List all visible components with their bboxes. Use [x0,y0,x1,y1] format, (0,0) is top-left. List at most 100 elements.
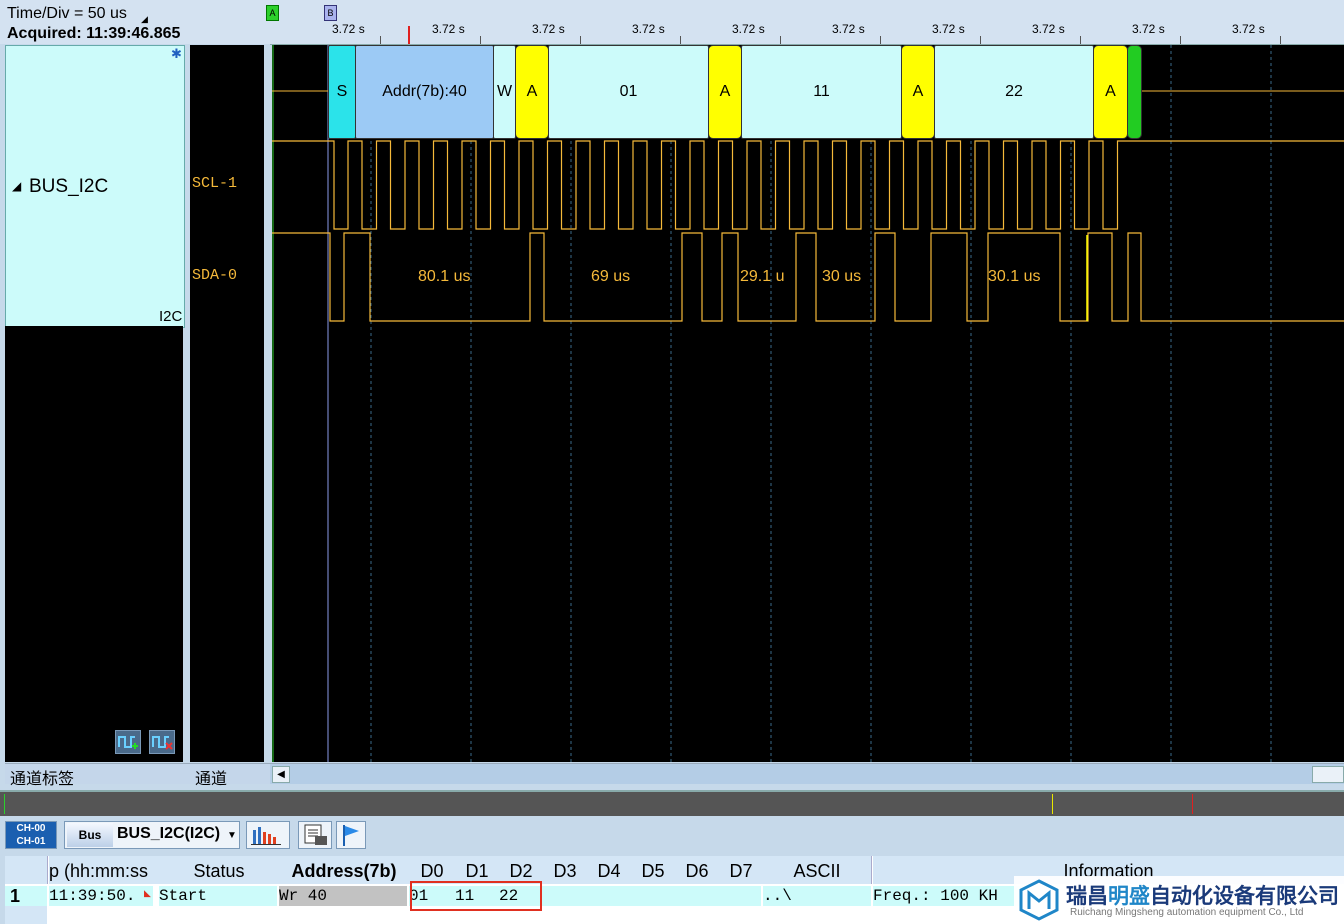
panel-splitter[interactable] [264,45,272,762]
time-div-label: Time/Div = 50 us [7,5,127,22]
channel-panel-empty-area [5,326,183,762]
table-column-header[interactable]: D3 [543,856,588,884]
channel-label-bar: 通道标签 通道 [5,763,270,788]
time-div-dropdown-icon[interactable]: ◢ [141,14,148,25]
table-corner-cell[interactable] [5,856,48,884]
marker-b-label: B [327,8,334,18]
ruler-tick-mark [1180,36,1181,44]
row-index[interactable]: 1 [5,886,47,906]
row-time-cell[interactable]: 11:39:50. [49,886,153,906]
dropdown-arrow-icon: ▼ [227,830,237,841]
ruler-tick-label: 3.72 s [832,22,865,36]
time-ruler[interactable]: 3.72 s 3.72 s 3.72 s 3.72 s 3.72 s 3.72 s 3.72… [266,0,1344,45]
channel-label-header: 通道标签 [10,771,75,788]
bus-select-value: BUS_I2C(I2C) [117,825,221,842]
marker-a-flag[interactable]: A [266,5,279,21]
timebase-header: Time/Div = 50 us ◢ Acquired: 11:39:46.86… [0,0,270,44]
ruler-tick-mark [1280,36,1281,44]
table-column-header[interactable]: D4 [587,856,632,884]
cursor-marker[interactable] [408,26,410,44]
channel-header: 通道 [195,771,228,788]
ruler-tick-label: 3.72 s [532,22,565,36]
decode-toolbar: CH-00 CH-01 Bus BUS_I2C(I2C) ▼ [0,816,1344,852]
table-column-header[interactable]: p (hh:mm:ss [49,856,160,884]
protocol-tag: I2C [159,308,183,325]
bus-select-dropdown[interactable]: Bus BUS_I2C(I2C) ▼ [64,821,240,849]
table-column-header[interactable]: ASCII [763,856,872,884]
flag-icon [343,825,359,846]
scroll-thumb[interactable] [1312,766,1344,783]
ruler-tick-label: 3.72 s [332,22,365,36]
row-ascii-cell[interactable]: ..\ [763,886,871,906]
company-name-part2: 明盛 [1108,885,1150,908]
empty-row-header [5,906,47,924]
sda-pulse-width-label: 30 us [822,268,862,285]
bus-name-label: BUS_I2C [29,176,109,197]
ruler-tick-mark [780,36,781,44]
signal-name-column: SCL-1 SDA-0 [190,45,264,762]
table-column-header[interactable]: D2 [499,856,544,884]
table-column-header[interactable]: D0 [409,856,456,884]
company-watermark: 瑞昌明盛自动化设备有限公司 Ruichang Mingsheng automat… [1014,876,1344,924]
horizontal-scrollbar[interactable]: ◀ [270,763,1344,784]
remove-channel-button[interactable] [149,730,175,754]
row-address-cell[interactable]: Wr 40 [279,886,407,906]
ruler-tick-mark [880,36,881,44]
table-column-header[interactable]: D7 [719,856,764,884]
row-status-cell[interactable]: Start [159,886,277,906]
ruler-tick-label: 3.72 s [632,22,665,36]
company-logo-icon [1019,879,1059,921]
acquired-label: Acquired: 11:39:46.865 [7,25,181,42]
channel-group-panel[interactable]: ✱ ◢ BUS_I2C I2C [5,45,185,328]
table-column-header[interactable]: Status [159,856,280,884]
scl-line-label[interactable]: SCL-1 [192,175,237,192]
collapse-triangle-icon[interactable]: ◢ [12,179,21,193]
overview-marker-a [4,794,5,814]
ruler-tick-mark [380,36,381,44]
ruler-tick-mark [980,36,981,44]
overview-cursor [1192,794,1193,814]
ruler-tick-label: 3.72 s [1132,22,1165,36]
bar-chart-icon [251,827,281,845]
ruler-tick-mark [580,36,581,44]
ruler-tick-label: 3.72 s [732,22,765,36]
table-column-header[interactable]: D6 [675,856,720,884]
ruler-tick-label: 3.72 s [1232,22,1265,36]
table-column-header[interactable]: Address(7b) [279,856,410,884]
bookmark-flag-button[interactable] [336,821,366,849]
waveform-area[interactable]: S Addr(7b):40 W A 01 A 11 A 22 A 80.1 us 69 us 29.1… [272,45,1344,762]
row-info-cell[interactable]: Freq.: 100 KH [873,886,1023,906]
ruler-tick-label: 3.72 s [432,22,465,36]
marker-b-flag[interactable]: B [324,5,337,21]
sda-line-label[interactable]: SDA-0 [192,267,237,284]
statistics-button[interactable] [246,821,290,849]
channel-select-button[interactable]: CH-00 CH-01 [5,821,57,849]
ruler-tick-label: 3.72 s [932,22,965,36]
sda-pulse-width-label: 30.1 us [988,268,1041,285]
settings-gear-icon[interactable]: ✱ [171,46,182,62]
ruler-tick-mark [680,36,681,44]
export-button[interactable] [298,821,332,849]
company-name-part3: 自动化设备有限公司 [1150,885,1339,908]
ch00-label: CH-00 [16,823,46,834]
sda-pulse-width-label: 80.1 us [418,268,471,285]
trigger-mark-icon: ◣ [144,888,151,898]
bus-icon: Bus [67,823,113,847]
add-channel-icon [118,736,138,749]
ch01-label: CH-01 [16,836,46,847]
company-name-en: Ruichang Mingsheng automation equipment … [1070,907,1304,918]
company-name-part1: 瑞昌 [1066,885,1108,908]
ruler-tick-mark [1080,36,1081,44]
remove-channel-icon [152,736,173,750]
table-column-header[interactable]: D5 [631,856,676,884]
export-document-icon [304,824,327,845]
add-channel-button[interactable] [115,730,141,754]
row-d3-d7-cells[interactable] [543,886,761,906]
table-column-header[interactable]: D1 [455,856,500,884]
overview-strip[interactable] [0,790,1344,818]
marker-a-label: A [269,8,276,18]
overview-marker-view [1052,794,1053,814]
sda-pulse-width-label: 29.1 u [740,268,785,285]
ruler-tick-mark [480,36,481,44]
scroll-left-icon[interactable]: ◀ [272,766,290,783]
